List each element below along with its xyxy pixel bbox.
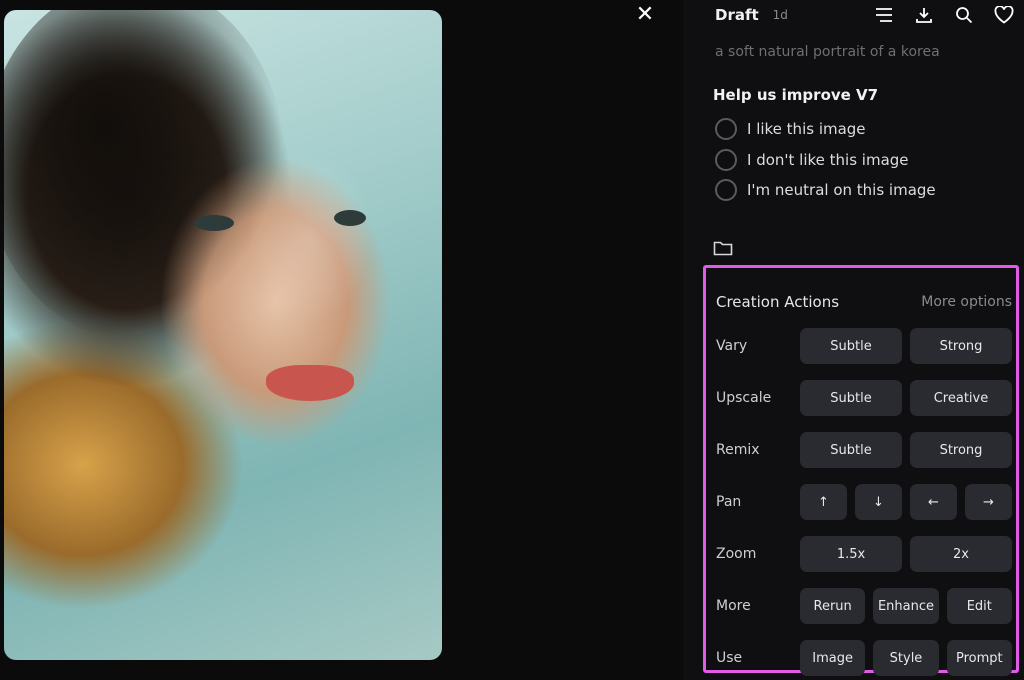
folder-icon[interactable] — [713, 240, 733, 258]
creation-actions-panel: Creation Actions More options Vary Subtl… — [703, 265, 1019, 676]
search-icon[interactable] — [953, 4, 975, 26]
remix-subtle-button[interactable]: Subtle — [800, 432, 902, 468]
rerun-button[interactable]: Rerun — [800, 588, 866, 624]
feedback-title: Help us improve V7 — [713, 86, 879, 104]
upscale-creative-button[interactable]: Creative — [910, 380, 1012, 416]
zoom-1-5x-button[interactable]: 1.5x — [800, 536, 902, 572]
pan-right-button[interactable]: → — [965, 484, 1012, 520]
zoom-2x-button[interactable]: 2x — [910, 536, 1012, 572]
image-hair-shape — [4, 10, 284, 340]
feedback-option-label: I don't like this image — [747, 150, 909, 169]
action-row-label: More — [716, 598, 751, 614]
upscale-subtle-button[interactable]: Subtle — [800, 380, 902, 416]
action-row-label: Upscale — [716, 390, 772, 406]
remix-strong-button[interactable]: Strong — [910, 432, 1012, 468]
prompt-preview[interactable]: a soft natural portrait of a korea — [715, 44, 995, 60]
creation-actions-title: Creation Actions — [716, 293, 840, 311]
action-row-vary: Vary Subtle Strong — [716, 328, 1012, 364]
radio-icon[interactable] — [715, 179, 737, 202]
feedback-option-label: I'm neutral on this image — [747, 181, 936, 200]
vary-subtle-button[interactable]: Subtle — [800, 328, 902, 364]
feedback-options: I like this image I don't like this imag… — [715, 114, 936, 206]
radio-icon[interactable] — [715, 148, 737, 171]
action-row-upscale: Upscale Subtle Creative — [716, 380, 1012, 416]
panel-header: Draft 1d — [715, 4, 1015, 26]
action-row-zoom: Zoom 1.5x 2x — [716, 536, 1012, 572]
pan-down-button[interactable]: ↓ — [855, 484, 902, 520]
feedback-option-dislike[interactable]: I don't like this image — [715, 145, 936, 176]
details-panel: Draft 1d a soft natural portrait of a ko… — [684, 0, 1024, 680]
use-image-button[interactable]: Image — [800, 640, 866, 676]
feedback-option-like[interactable]: I like this image — [715, 114, 936, 145]
action-row-label: Pan — [716, 494, 742, 510]
edit-button[interactable]: Edit — [946, 588, 1012, 624]
image-viewer: ✕ — [0, 0, 684, 680]
action-row-use: Use Image Style Prompt — [716, 640, 1012, 676]
pan-up-button[interactable]: ↑ — [800, 484, 847, 520]
download-icon[interactable] — [913, 4, 935, 26]
feedback-option-neutral[interactable]: I'm neutral on this image — [715, 175, 936, 206]
enhance-button[interactable]: Enhance — [873, 588, 939, 624]
action-row-label: Vary — [716, 338, 748, 354]
radio-icon[interactable] — [715, 118, 737, 141]
image-lips — [266, 365, 354, 401]
action-row-label: Zoom — [716, 546, 757, 562]
pan-left-button[interactable]: ← — [910, 484, 957, 520]
feedback-option-label: I like this image — [747, 120, 866, 139]
action-row-label: Use — [716, 650, 743, 666]
menu-icon[interactable] — [873, 4, 895, 26]
vary-strong-button[interactable]: Strong — [910, 328, 1012, 364]
action-row-label: Remix — [716, 442, 760, 458]
use-style-button[interactable]: Style — [873, 640, 939, 676]
use-prompt-button[interactable]: Prompt — [946, 640, 1012, 676]
creation-actions-header: Creation Actions More options — [716, 293, 1012, 311]
image-eye-right — [334, 210, 366, 226]
more-options-link[interactable]: More options — [921, 294, 1012, 310]
generated-image[interactable] — [4, 10, 442, 660]
action-row-pan: Pan ↑ ↓ ← → — [716, 484, 1012, 520]
close-icon[interactable]: ✕ — [632, 2, 658, 28]
draft-title: Draft — [715, 6, 759, 24]
action-row-remix: Remix Subtle Strong — [716, 432, 1012, 468]
image-eye-left — [194, 215, 234, 231]
header-icons — [873, 4, 1015, 26]
heart-icon[interactable] — [993, 4, 1015, 26]
draft-age: 1d — [772, 8, 788, 22]
action-row-more: More Rerun Enhance Edit — [716, 588, 1012, 624]
